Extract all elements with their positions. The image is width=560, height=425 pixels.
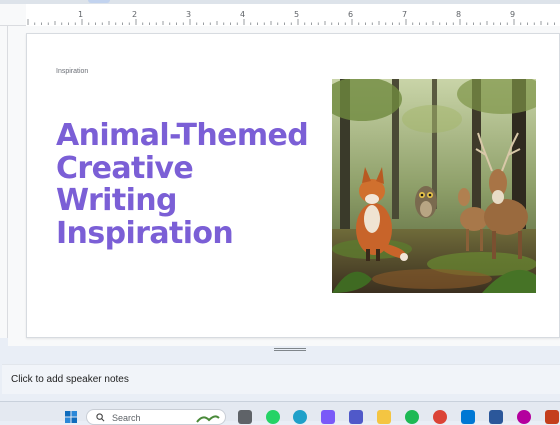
ruler-number: 4	[240, 10, 246, 19]
ruler-ticks	[27, 19, 555, 25]
teams-icon[interactable]	[349, 410, 363, 424]
title-line: Writing	[56, 183, 178, 218]
horizontal-ruler[interactable]: 1 2 3 4 5 6 7 8 9	[0, 4, 560, 26]
title-line: Creative	[56, 150, 194, 186]
word-icon[interactable]	[489, 410, 503, 424]
chrome-icon[interactable]	[433, 410, 447, 424]
ruler-number: 3	[186, 10, 192, 19]
notes-resize-handle[interactable]	[274, 348, 306, 351]
task-view-icon[interactable]	[238, 410, 252, 424]
slide-label[interactable]: Inspiration	[56, 68, 88, 75]
windows-taskbar: Search	[0, 401, 560, 425]
notifications-icon[interactable]	[517, 410, 531, 424]
forest-animals-image[interactable]	[332, 79, 536, 293]
edge-icon[interactable]	[293, 410, 307, 424]
ruler-number: 1	[78, 10, 84, 19]
ruler-number: 9	[510, 10, 516, 19]
ruler-number: 6	[348, 10, 354, 19]
tab-indicator	[88, 0, 110, 3]
app-icon[interactable]	[545, 410, 559, 424]
search-placeholder: Search	[112, 413, 141, 423]
title-line: Inspiration	[56, 215, 234, 251]
file-explorer-icon[interactable]	[377, 410, 391, 424]
vertical-ruler[interactable]	[0, 26, 8, 338]
spotify-icon[interactable]	[405, 410, 419, 424]
whatsapp-icon[interactable]	[266, 410, 280, 424]
slide-title[interactable]: Animal-Themed Creative Writing Inspirati…	[56, 118, 336, 251]
ruler-number: 2	[132, 10, 138, 19]
microsoft-store-icon[interactable]	[461, 410, 475, 424]
taskbar-search-box[interactable]: Search	[86, 409, 226, 425]
ruler-number: 5	[294, 10, 300, 19]
copilot-icon[interactable]	[321, 410, 335, 424]
speaker-notes-panel[interactable]: Click to add speaker notes	[2, 364, 560, 394]
slide[interactable]: Inspiration Animal-Themed Creative Writi…	[26, 33, 560, 338]
windows-start-icon[interactable]	[64, 410, 78, 424]
search-highlight-icon	[196, 415, 220, 423]
ruler-number: 7	[402, 10, 408, 19]
speaker-notes-placeholder[interactable]: Click to add speaker notes	[11, 374, 129, 385]
title-line: Animal-Themed	[56, 118, 309, 153]
ruler-number: 8	[456, 10, 462, 19]
